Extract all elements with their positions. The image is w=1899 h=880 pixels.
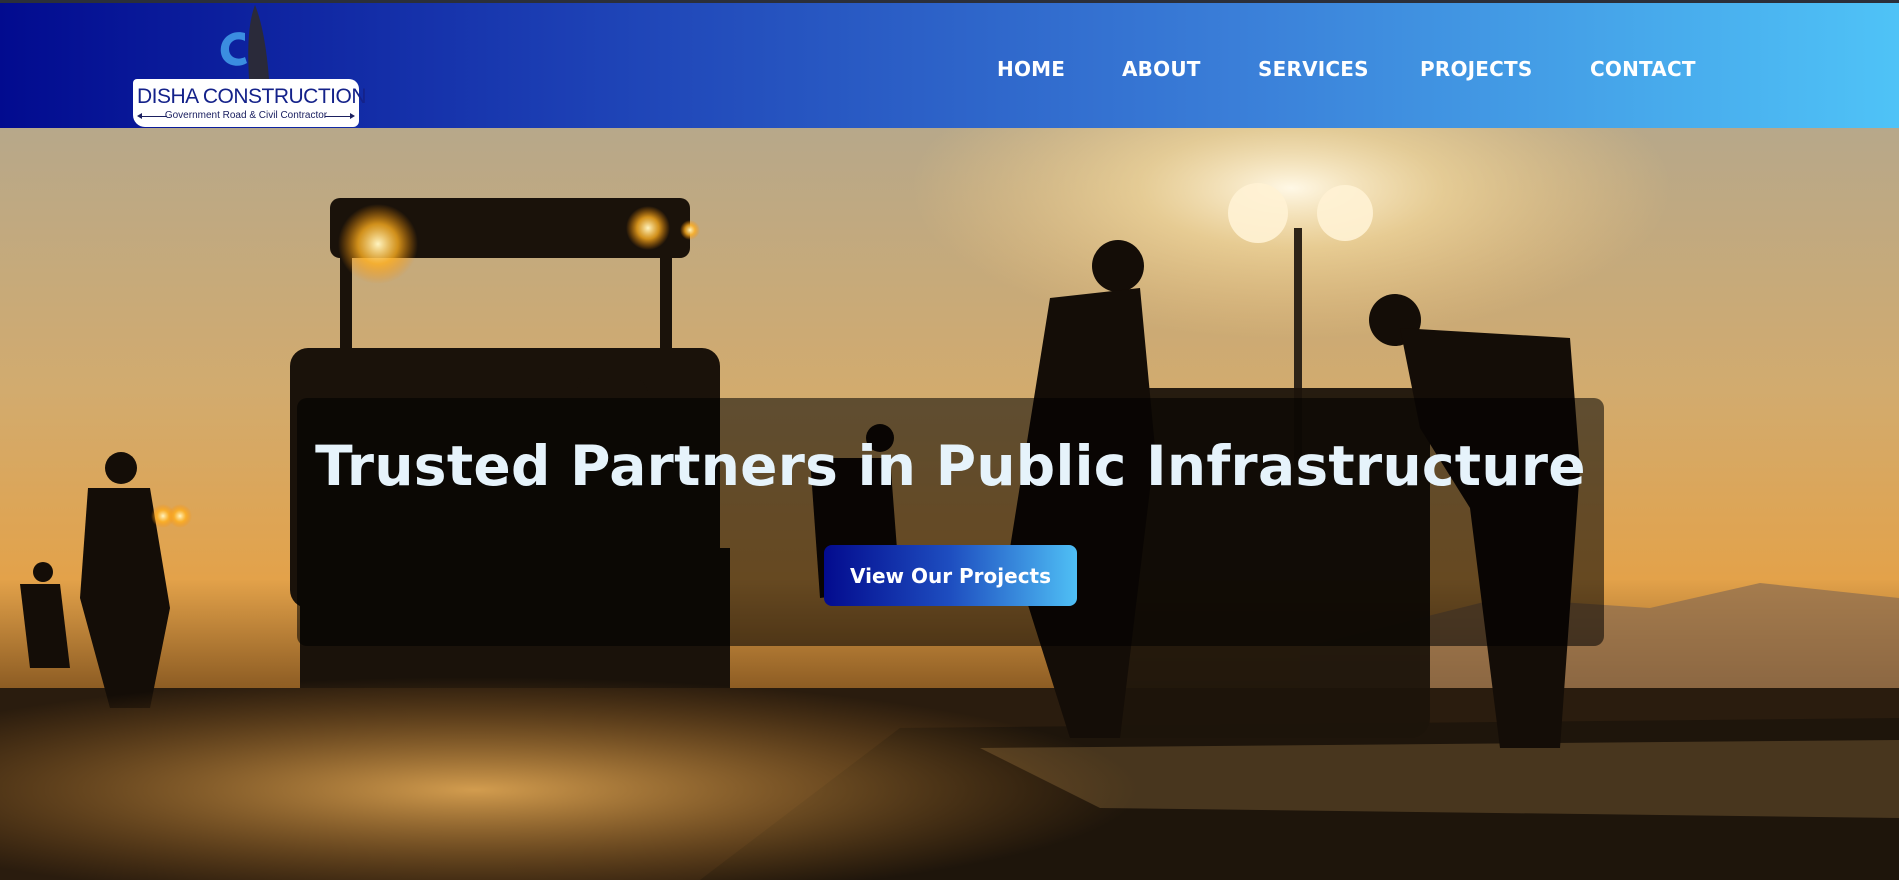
brand-logo[interactable]: DISHA CONSTRUCTION Government Road & Civ… bbox=[133, 3, 367, 128]
nav-home[interactable]: HOME bbox=[997, 57, 1065, 81]
site-header: DISHA CONSTRUCTION Government Road & Civ… bbox=[0, 3, 1899, 128]
arrow-right-icon bbox=[325, 113, 355, 119]
view-projects-button[interactable]: View Our Projects bbox=[824, 545, 1077, 606]
brand-tagline: Government Road & Civil Contractor bbox=[164, 110, 328, 121]
hero-overlay-panel: Trusted Partners in Public Infrastructur… bbox=[297, 398, 1604, 646]
logo-mark-icon bbox=[220, 5, 269, 79]
hero-section: Trusted Partners in Public Infrastructur… bbox=[0, 128, 1899, 880]
nav-contact[interactable]: CONTACT bbox=[1590, 57, 1696, 81]
hero-headline: Trusted Partners in Public Infrastructur… bbox=[315, 434, 1586, 498]
nav-services[interactable]: SERVICES bbox=[1258, 57, 1369, 81]
nav-about[interactable]: ABOUT bbox=[1122, 57, 1201, 81]
brand-name: DISHA CONSTRUCTION bbox=[137, 85, 367, 108]
nav-projects[interactable]: PROJECTS bbox=[1420, 57, 1533, 81]
top-border bbox=[0, 0, 1899, 3]
logo-plate: DISHA CONSTRUCTION Government Road & Civ… bbox=[133, 79, 367, 127]
